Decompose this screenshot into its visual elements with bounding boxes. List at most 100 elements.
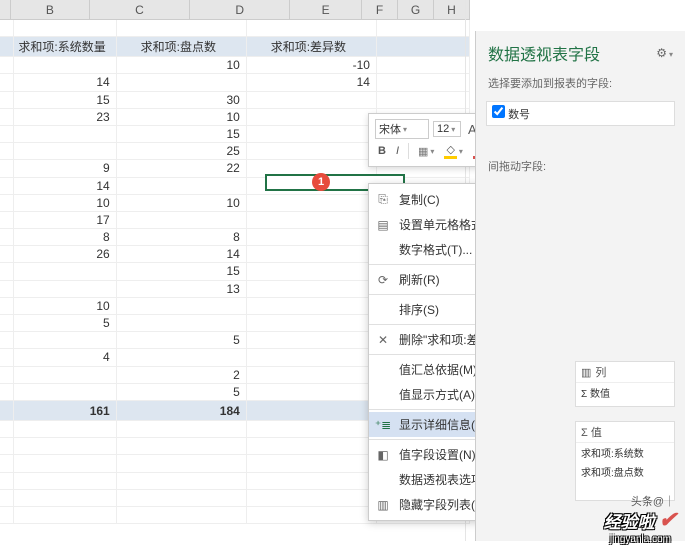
cell[interactable]: 30 <box>117 92 247 108</box>
cell[interactable] <box>247 92 377 108</box>
cell[interactable]: 15 <box>14 92 116 108</box>
columns-area-item[interactable]: Σ 数值 <box>576 383 674 402</box>
cell[interactable]: -10 <box>247 57 377 73</box>
cell[interactable]: 2 <box>117 367 247 383</box>
values-area-title: Σ 值 <box>576 422 674 443</box>
cell[interactable]: 10 <box>14 298 116 314</box>
col-header-e[interactable]: E <box>290 0 362 19</box>
cell[interactable]: 13 <box>117 281 247 297</box>
hide-list-icon: ▥ <box>375 497 391 513</box>
cell[interactable] <box>117 349 247 365</box>
format-cells-icon: ▤ <box>375 217 391 233</box>
cell[interactable] <box>14 57 116 73</box>
cell[interactable]: 5 <box>14 315 116 331</box>
italic-button[interactable]: I <box>393 144 402 158</box>
cell[interactable] <box>247 229 377 245</box>
cell[interactable]: 25 <box>117 143 247 159</box>
cell[interactable] <box>14 143 116 159</box>
cell[interactable]: 15 <box>117 126 247 142</box>
total-d[interactable] <box>247 401 377 420</box>
cell[interactable]: 4 <box>14 349 116 365</box>
values-area-item-2[interactable]: 求和项:盘点数 <box>576 462 674 481</box>
pivot-field-pane: 数据透视表字段 ⚙ 选择要添加到报表的字段: 数号 间拖动字段: ▥列 Σ 数值… <box>475 31 685 541</box>
table-row: 1530 <box>0 92 470 109</box>
copy-icon: ⎘ <box>375 192 391 208</box>
cell[interactable]: 17 <box>14 212 116 228</box>
font-select[interactable]: 宋体 <box>375 119 429 139</box>
cell[interactable] <box>247 263 377 279</box>
drag-areas-label: 间拖动字段: <box>476 154 685 178</box>
cell[interactable]: 14 <box>117 246 247 262</box>
total-b[interactable]: 161 <box>14 401 116 420</box>
gear-icon[interactable]: ⚙ <box>656 46 673 60</box>
cell[interactable] <box>247 332 377 348</box>
cell[interactable] <box>247 349 377 365</box>
cell[interactable]: 14 <box>247 74 377 90</box>
cell[interactable] <box>117 298 247 314</box>
table-row: 10-10 <box>0 57 470 74</box>
bold-button[interactable]: B <box>375 144 389 158</box>
pivot-header-b[interactable]: 求和项:系统数量 <box>14 37 116 56</box>
cell[interactable]: 26 <box>14 246 116 262</box>
cell[interactable] <box>14 281 116 297</box>
pane-subtitle: 选择要添加到报表的字段: <box>476 71 685 95</box>
col-header-b[interactable]: B <box>11 0 90 19</box>
cell[interactable] <box>247 246 377 262</box>
cell[interactable] <box>14 367 116 383</box>
cell[interactable]: 14 <box>14 178 116 194</box>
field-list[interactable]: 数号 <box>486 101 675 126</box>
cell[interactable] <box>247 315 377 331</box>
cell[interactable]: 10 <box>117 109 247 125</box>
cell[interactable] <box>247 109 377 125</box>
col-header-a[interactable] <box>0 0 11 19</box>
watermark: 经验啦✔ jingyanla.com <box>604 507 677 533</box>
values-area-item-1[interactable]: 求和项:系统数 <box>576 443 674 462</box>
columns-area[interactable]: ▥列 Σ 数值 <box>575 361 675 407</box>
field-settings-icon: ◧ <box>375 447 391 463</box>
cell[interactable] <box>117 178 247 194</box>
cell[interactable]: 14 <box>14 74 116 90</box>
pivot-header-d[interactable]: 求和项:差异数 <box>247 37 377 56</box>
cell[interactable] <box>247 195 377 211</box>
cell[interactable] <box>247 298 377 314</box>
cell[interactable]: 9 <box>14 160 116 176</box>
columns-area-title: ▥列 <box>576 362 674 383</box>
cell[interactable] <box>247 384 377 400</box>
cell[interactable]: 5 <box>117 384 247 400</box>
pane-title: 数据透视表字段 ⚙ <box>476 31 685 71</box>
font-size-select[interactable]: 12 <box>433 121 461 137</box>
col-header-c[interactable]: C <box>90 0 190 19</box>
field-checkbox[interactable]: 数号 <box>492 109 530 121</box>
cell[interactable] <box>247 126 377 142</box>
cell[interactable] <box>117 315 247 331</box>
cell[interactable]: 23 <box>14 109 116 125</box>
cell[interactable] <box>247 367 377 383</box>
col-header-g[interactable]: G <box>398 0 434 19</box>
cell[interactable] <box>14 332 116 348</box>
cell[interactable] <box>247 143 377 159</box>
cell[interactable] <box>14 126 116 142</box>
cell[interactable] <box>14 263 116 279</box>
cell[interactable]: 10 <box>117 57 247 73</box>
border-icon[interactable]: ▦ <box>415 144 437 159</box>
col-header-f[interactable]: F <box>362 0 398 19</box>
col-header-d[interactable]: D <box>190 0 290 19</box>
cell[interactable]: 10 <box>14 195 116 211</box>
cell[interactable] <box>247 212 377 228</box>
cell[interactable]: 8 <box>117 229 247 245</box>
values-area[interactable]: Σ 值 求和项:系统数 求和项:盘点数 <box>575 421 675 501</box>
cell[interactable] <box>117 74 247 90</box>
fill-color-icon[interactable]: ◇ <box>441 142 465 160</box>
refresh-icon: ⟳ <box>375 272 391 288</box>
cell[interactable]: 22 <box>117 160 247 176</box>
cell[interactable] <box>117 212 247 228</box>
pivot-header-c[interactable]: 求和项:盘点数 <box>117 37 247 56</box>
cell[interactable]: 5 <box>117 332 247 348</box>
cell[interactable]: 8 <box>14 229 116 245</box>
blank-row <box>0 20 470 37</box>
total-c[interactable]: 184 <box>117 401 247 420</box>
cell[interactable]: 10 <box>117 195 247 211</box>
cell[interactable] <box>247 281 377 297</box>
cell[interactable] <box>14 384 116 400</box>
cell[interactable]: 15 <box>117 263 247 279</box>
